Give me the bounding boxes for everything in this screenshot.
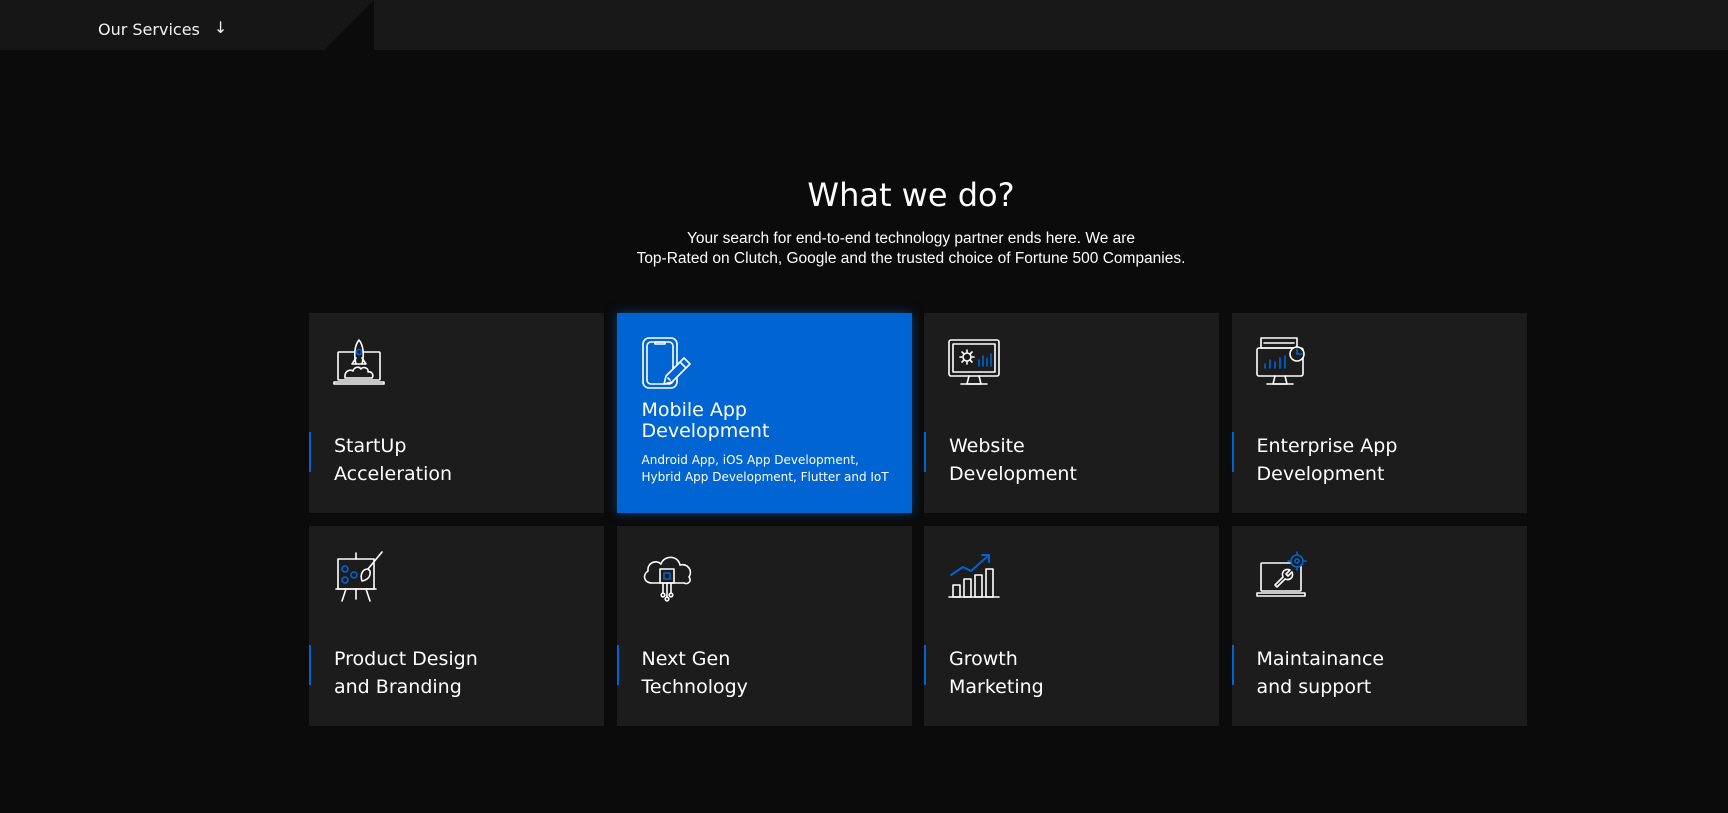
service-card-startup-acceleration[interactable]: StartUp Acceleration <box>309 313 604 513</box>
top-navigation-bar: Our Services ↓ <box>0 0 1728 50</box>
card-title-line-2: Marketing <box>949 676 1044 698</box>
card-title-line-2: Technology <box>641 676 748 698</box>
mobile-pen-icon <box>641 337 691 389</box>
monitor-chart-icon <box>1255 337 1305 385</box>
card-title: Product Design and Branding <box>334 645 574 701</box>
card-accent-bar <box>1231 432 1234 472</box>
card-title: Enterprise App Development <box>1257 432 1497 488</box>
card-title-line-2: Development <box>1256 463 1385 485</box>
section-heading: What we do? <box>807 176 1015 214</box>
card-accent-bar <box>616 645 619 685</box>
laptop-wrench-icon <box>1255 551 1307 597</box>
card-title-line-1: Enterprise App <box>1256 435 1398 457</box>
card-title-line-2: Acceleration <box>334 463 453 485</box>
service-card-mobile-app-development[interactable]: Mobile App Development Android App, iOS … <box>616 313 912 513</box>
subtext-line-1: Your search for end-to-end technology pa… <box>686 230 1136 247</box>
rocket-laptop-icon <box>333 339 385 385</box>
service-card-product-design-branding[interactable]: Product Design and Branding <box>309 526 604 726</box>
card-accent-bar <box>924 645 926 685</box>
card-accent-bar <box>1231 645 1234 685</box>
monitor-gear-icon <box>948 339 1000 385</box>
card-accent-bar <box>309 432 311 472</box>
card-title: Mobile App Development <box>642 400 882 442</box>
card-title-line-2: Development <box>641 420 770 442</box>
card-title-line-1: Mobile App <box>641 399 747 421</box>
growth-chart-icon <box>948 554 1000 598</box>
card-title-line-1: Maintainance <box>1256 648 1385 670</box>
topbar-slope-divider <box>324 0 374 50</box>
easel-brush-icon <box>335 551 383 602</box>
card-title: Growth Marketing <box>949 645 1189 701</box>
subtext-line-2: Top-Rated on Clutch, Google and the trus… <box>636 250 1186 267</box>
service-card-maintenance-support[interactable]: Maintainance and support <box>1231 526 1527 726</box>
card-title-line-2: and support <box>1256 676 1372 698</box>
card-title-line-1: StartUp <box>334 435 407 457</box>
card-title-line-1: Growth <box>949 648 1018 670</box>
our-services-label: Our Services <box>98 20 200 39</box>
card-title: Next Gen Technology <box>642 645 882 701</box>
card-title: Maintainance and support <box>1257 645 1497 701</box>
card-description: Android App, iOS App Development, Hybrid… <box>641 453 889 484</box>
service-card-enterprise-app-development[interactable]: Enterprise App Development <box>1231 313 1527 513</box>
topbar-right-panel <box>374 0 1728 50</box>
card-title-line-1: Website <box>949 435 1025 457</box>
card-accent-bar <box>309 645 311 685</box>
card-title: StartUp Acceleration <box>334 432 574 488</box>
card-accent-bar <box>924 432 926 472</box>
service-card-website-development[interactable]: Website Development <box>924 313 1219 513</box>
card-title: Website Development <box>949 432 1189 488</box>
card-title-line-2: and Branding <box>334 676 462 698</box>
our-services-menu[interactable]: Our Services ↓ <box>98 17 228 39</box>
cloud-chip-icon <box>643 556 691 602</box>
card-title-line-1: Next Gen <box>641 648 731 670</box>
section-subtext: Your search for end-to-end technology pa… <box>0 229 1728 269</box>
services-grid: StartUp Acceleration Mobile App Developm… <box>309 313 1527 726</box>
card-title-line-1: Product Design <box>334 648 478 670</box>
service-card-growth-marketing[interactable]: Growth Marketing <box>924 526 1219 726</box>
service-card-next-gen-technology[interactable]: Next Gen Technology <box>616 526 912 726</box>
arrow-down-icon: ↓ <box>213 17 228 37</box>
card-title-line-2: Development <box>949 463 1077 485</box>
